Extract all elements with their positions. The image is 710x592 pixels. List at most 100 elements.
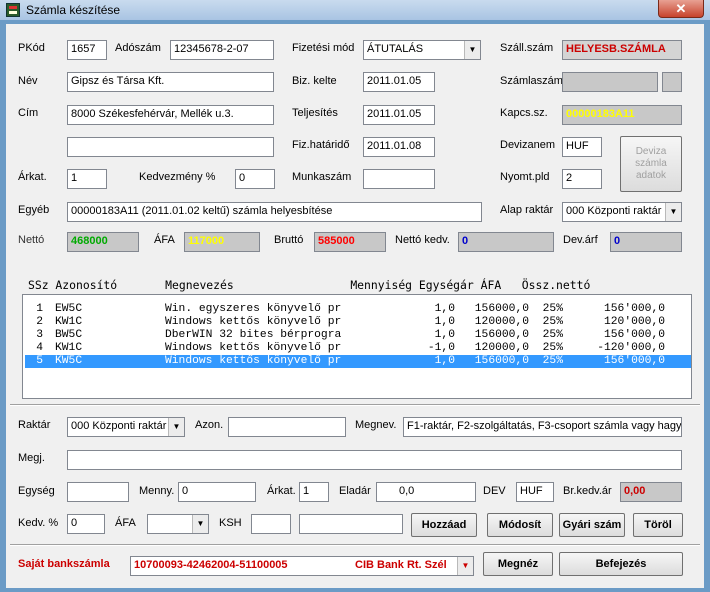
egyeb-field[interactable]: 00000183A11 (2011.01.02 keltű) számla he… (67, 202, 482, 222)
teljesites-field[interactable]: 2011.01.05 (363, 105, 435, 125)
deviza-button-line1: Deviza (635, 146, 667, 157)
teljesites-label: Teljesítés (292, 107, 338, 119)
cell-ossz: 156'000,0 (603, 355, 665, 367)
arkat-field[interactable]: 1 (67, 169, 107, 189)
cell-egysegar: 156000,0 (474, 355, 529, 367)
fizhatarido-label: Fiz.határidő (292, 139, 350, 151)
eladar-field[interactable]: 0,0 (376, 482, 476, 502)
arkat-item-field[interactable]: 1 (299, 482, 329, 502)
afa-item-label: ÁFA (115, 517, 136, 529)
pkod-label: PKód (18, 42, 45, 54)
form-body: PKód 1657 Adószám 12345678-2-07 Fizetési… (6, 24, 704, 588)
nettokedv-label: Nettó kedv. (395, 234, 450, 246)
cell-afa: 25% (542, 303, 563, 315)
kedvezmeny-field[interactable]: 0 (235, 169, 275, 189)
cell-megnev: Windows kettős könyvelő pr (165, 316, 342, 328)
table-row[interactable]: 5 KW5C Windows kettős könyvelő pr 1,0 156000… (25, 355, 691, 368)
table-row[interactable]: 3 BW5C DberWIN 32 bites bérprogra 1,0 156000… (25, 329, 691, 342)
megnez-button[interactable]: Megnéz (483, 552, 553, 576)
cell-egysegar: 120000,0 (474, 342, 529, 354)
cell-ssz: 3 (36, 329, 43, 341)
chevron-down-icon[interactable]: ▼ (665, 203, 681, 221)
cell-ossz: 156'000,0 (603, 303, 665, 315)
torol-button[interactable]: Töröl (633, 513, 683, 537)
megnev-field[interactable]: F1-raktár, F2-szolgáltatás, F3-csoport s… (403, 417, 682, 437)
window-title: Számla készítése (26, 3, 121, 17)
megj-label: Megj. (18, 452, 45, 464)
deviza-button-line2: számla (635, 158, 667, 169)
afa-select[interactable]: ▼ (147, 514, 209, 534)
szamlaszam-suffix-field (662, 72, 682, 92)
kedv-label: Kedv. % (18, 517, 59, 529)
cell-ssz: 2 (36, 316, 43, 328)
bank-select[interactable]: 10700093-42462004-51100005 CIB Bank Rt. … (130, 556, 474, 576)
kedvezmeny-label: Kedvezmény % (139, 171, 216, 183)
fizmod-select[interactable]: ÁTUTALÁS ▼ (363, 40, 481, 60)
netto-label: Nettó (18, 234, 45, 246)
cell-ssz: 5 (36, 355, 43, 367)
pkod-field[interactable]: 1657 (67, 40, 107, 60)
table-row[interactable]: 2 KW1C Windows kettős könyvelő pr 1,0 120000… (25, 316, 691, 329)
cell-afa: 25% (542, 342, 563, 354)
cell-afa: 25% (542, 355, 563, 367)
eladar-label: Eladár (339, 485, 371, 497)
close-button[interactable]: ✕ (658, 0, 704, 18)
cim-field[interactable]: 8000 Székesfehérvár, Mellék u.3. (67, 105, 274, 125)
egyeb-label: Egyéb (18, 204, 50, 216)
cell-menny: 1,0 (434, 329, 455, 341)
menny-field[interactable]: 0 (178, 482, 256, 502)
chevron-down-icon[interactable]: ▼ (192, 515, 208, 533)
szallszam-label: Száll.szám (500, 42, 554, 54)
devarf-value: 0 (610, 232, 682, 252)
chevron-down-icon[interactable]: ▼ (457, 557, 473, 575)
brkedvar-label: Br.kedv.ár (563, 485, 612, 497)
alapraktar-select[interactable]: 000 Központi raktár ▼ (562, 202, 682, 222)
fizhatarido-field[interactable]: 2011.01.08 (363, 137, 435, 157)
netto-value: 468000 (67, 232, 139, 252)
hozzaad-button[interactable]: Hozzáad (411, 513, 477, 537)
alapraktar-label: Alap raktár (500, 204, 554, 216)
modosit-button[interactable]: Módosít (487, 513, 553, 537)
befejezes-button[interactable]: Befejezés (559, 552, 683, 576)
brkedvar-value: 0,00 (620, 482, 682, 502)
egyseg-field[interactable] (67, 482, 129, 502)
nev-label: Név (18, 75, 38, 87)
cim2-field[interactable] (67, 137, 274, 157)
cell-azon: KW1C (55, 316, 83, 328)
azon-field[interactable] (228, 417, 346, 437)
brutto-value: 585000 (314, 232, 386, 252)
nyomtpld-field[interactable]: 2 (562, 169, 602, 189)
devizanem-field[interactable]: HUF (562, 137, 602, 157)
deviza-szamla-button[interactable]: Deviza számla adatok (620, 136, 682, 192)
gyari-szam-button[interactable]: Gyári szám (559, 513, 625, 537)
devarf-label: Dev.árf (563, 234, 598, 246)
nev-field[interactable]: Gipsz és Társa Kft. (67, 72, 274, 92)
cell-menny: 1,0 (434, 355, 455, 367)
chevron-down-icon[interactable]: ▼ (168, 418, 184, 436)
kedv-field[interactable]: 0 (67, 514, 105, 534)
munkaszam-field[interactable] (363, 169, 435, 189)
deviza-button-line3: adatok (635, 170, 667, 181)
cell-ossz: 156'000,0 (603, 329, 665, 341)
bizkelte-field[interactable]: 2011.01.05 (363, 72, 435, 92)
divider (10, 544, 700, 546)
table-header: SSz Azonosító Megnevezés Mennyiség Egysé… (28, 278, 591, 292)
ksh-field[interactable] (251, 514, 291, 534)
dev-field[interactable]: HUF (516, 482, 554, 502)
table-row[interactable]: 4 KW1C Windows kettős könyvelő pr -1,0 12000… (25, 342, 691, 355)
adoszam-field[interactable]: 12345678-2-07 (170, 40, 274, 60)
devizanem-label: Devizanem (500, 139, 556, 151)
raktar-select[interactable]: 000 Központi raktár ▼ (67, 417, 185, 437)
azon-label: Azon. (195, 419, 224, 431)
megj-field[interactable] (67, 450, 682, 470)
chevron-down-icon[interactable]: ▼ (464, 41, 480, 59)
cell-ssz: 4 (36, 342, 43, 354)
menny-label: Menny. (139, 485, 175, 497)
items-table[interactable]: 1 EW5C Win. egyszeres könyvelő pr 1,0 156000… (22, 294, 692, 399)
szallszam-field: HELYESB.SZÁMLA (562, 40, 682, 60)
kapcssz-label: Kapcs.sz. (500, 107, 548, 119)
brutto-label: Bruttó (274, 234, 304, 246)
table-row[interactable]: 1 EW5C Win. egyszeres könyvelő pr 1,0 156000… (25, 303, 691, 316)
ksh2-field[interactable] (299, 514, 403, 534)
cell-megnev: DberWIN 32 bites bérprogra (165, 329, 342, 341)
